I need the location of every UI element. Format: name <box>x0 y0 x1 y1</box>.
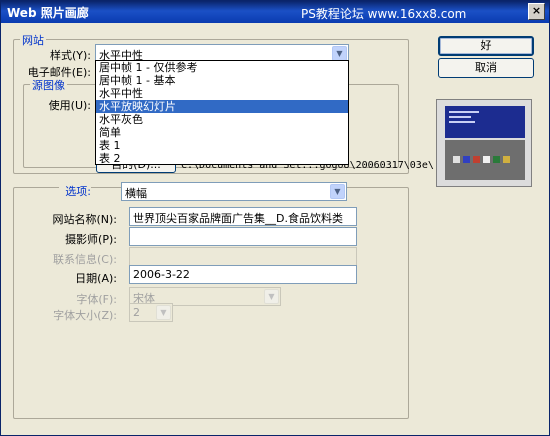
site-group-legend: 网站 <box>20 32 46 48</box>
style-label: 样式(Y): <box>49 49 91 62</box>
date-label: 日期(A): <box>75 272 117 285</box>
date-input[interactable]: 2006-3-22 <box>129 265 357 284</box>
preview-thumbnails <box>445 140 525 180</box>
contact-input <box>129 247 357 266</box>
cancel-button-label: 取消 <box>475 61 497 74</box>
dropdown-option[interactable]: 居中帧 1 - 基本 <box>96 74 348 87</box>
font-size-label: 字体大小(Z): <box>53 309 117 322</box>
close-button[interactable]: × <box>528 3 545 20</box>
preview-banner <box>445 106 525 138</box>
dropdown-option[interactable]: 表 1 <box>96 139 348 152</box>
photo-gallery-dialog: Web 照片画廊 PS教程论坛 www.16xx8.com × 网站 样式(Y)… <box>0 0 550 436</box>
chevron-down-icon: ▼ <box>264 289 279 304</box>
contact-label: 联系信息(C): <box>53 253 117 266</box>
chevron-down-icon: ▼ <box>156 305 171 320</box>
dropdown-option[interactable]: 表 2 <box>96 152 348 165</box>
ok-button-label: 好 <box>480 39 492 52</box>
window-title: Web 照片画廊 <box>7 6 89 20</box>
style-preview <box>436 99 532 187</box>
photographer-input[interactable] <box>129 227 357 246</box>
dropdown-option[interactable]: 水平中性 <box>96 87 348 100</box>
font-label: 字体(F): <box>76 293 117 306</box>
chevron-down-icon[interactable]: ▼ <box>332 46 347 61</box>
ok-button[interactable]: 好 <box>438 36 534 56</box>
cancel-button[interactable]: 取消 <box>438 58 534 78</box>
options-select-value: 横幅 <box>125 187 147 200</box>
options-label: 选项: <box>59 183 91 199</box>
photographer-label: 摄影师(P): <box>65 233 117 246</box>
dropdown-option[interactable]: 水平灰色 <box>96 113 348 126</box>
chevron-down-icon[interactable]: ▼ <box>330 184 345 199</box>
style-dropdown-list[interactable]: 居中帧 1 - 仅供参考 居中帧 1 - 基本 水平中性 水平放映幻灯片 水平灰色 简单表… <box>95 60 349 165</box>
use-label: 使用(U): <box>48 99 91 112</box>
dropdown-option[interactable]: 居中帧 1 - 仅供参考 <box>96 61 348 74</box>
font-size-select: 2 ▼ <box>129 303 173 322</box>
source-group-legend: 源图像 <box>30 77 67 93</box>
title-bar[interactable]: Web 照片画廊 PS教程论坛 www.16xx8.com × <box>1 1 549 23</box>
font-size-select-value: 2 <box>133 306 140 319</box>
site-name-input[interactable]: 世界顶尖百家品牌面广告集__D.食品饮料类 <box>129 207 357 226</box>
options-select[interactable]: 横幅 ▼ <box>121 182 347 201</box>
dropdown-option[interactable]: 水平放映幻灯片 <box>96 100 348 113</box>
watermark-text: PS教程论坛 www.16xx8.com <box>301 7 467 21</box>
close-icon: × <box>531 4 542 17</box>
site-name-label: 网站名称(N): <box>52 213 117 226</box>
dropdown-option[interactable]: 简单 <box>96 126 348 139</box>
